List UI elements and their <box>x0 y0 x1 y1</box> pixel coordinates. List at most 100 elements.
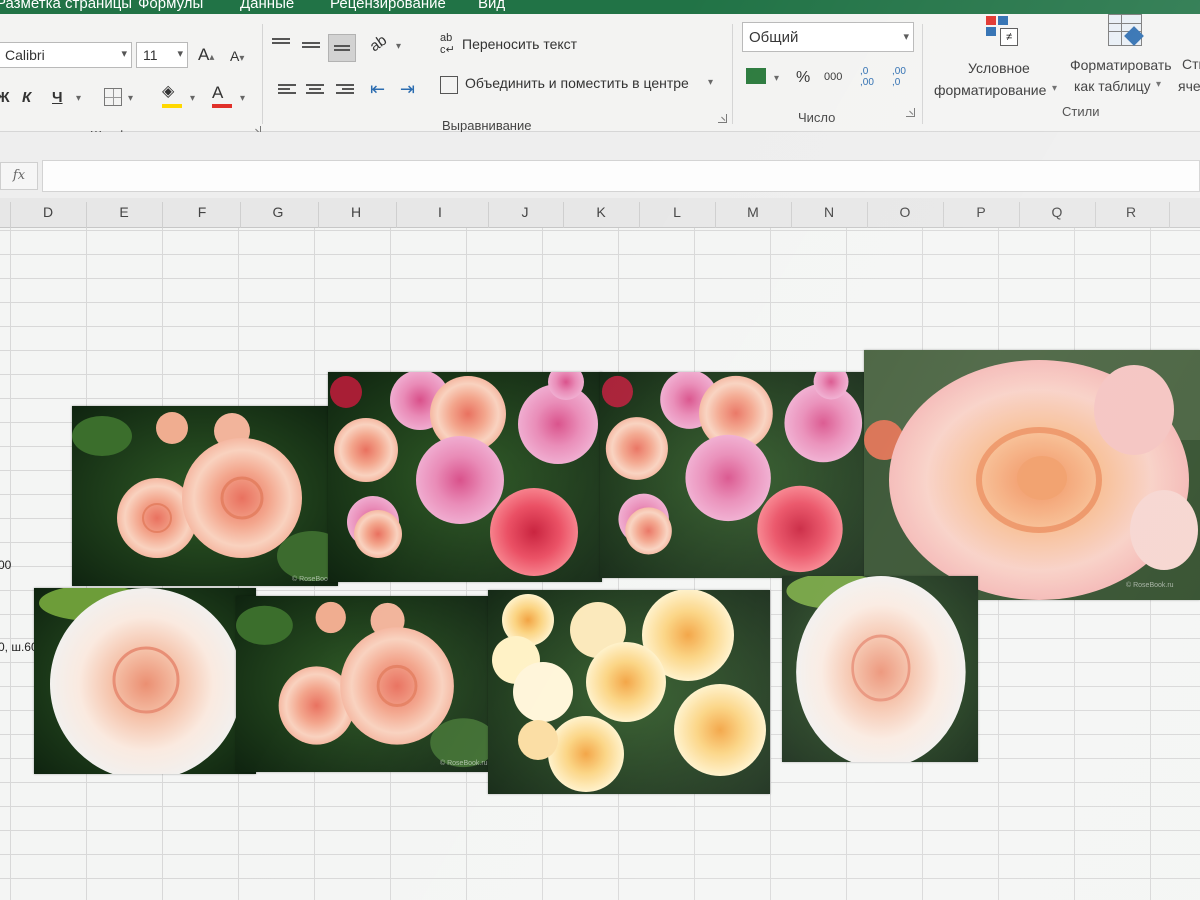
orientation-dropdown-icon[interactable]: ▾ <box>396 42 401 52</box>
currency-icon[interactable] <box>746 68 766 84</box>
italic-button[interactable]: К <box>22 90 31 105</box>
col-header-g[interactable]: G <box>268 204 288 220</box>
fill-color-button[interactable]: ◈ <box>162 84 182 108</box>
tab-formulas[interactable]: Формулы <box>138 0 203 12</box>
number-dialog-launcher-icon[interactable] <box>906 108 915 117</box>
font-size-combo[interactable]: 11 ▾ <box>136 42 188 68</box>
col-header-m[interactable]: M <box>743 204 763 220</box>
fill-dropdown-icon[interactable]: ▾ <box>190 94 195 104</box>
decrease-decimal-button[interactable]: ,00 ,0 <box>892 66 906 88</box>
decrease-indent-icon[interactable]: ⇤ <box>370 80 385 98</box>
underline-button[interactable]: Ч <box>52 90 63 105</box>
col-divider <box>10 202 11 228</box>
format-table-dropdown-icon[interactable]: ▾ <box>1156 80 1161 90</box>
align-bottom-button[interactable] <box>328 34 356 62</box>
wrap-text-button[interactable]: Переносить текст <box>462 36 577 52</box>
shrink-font-label: A <box>230 48 240 64</box>
rose-photo-cream-left[interactable] <box>34 588 256 774</box>
col-divider <box>1095 202 1096 228</box>
format-table-line1[interactable]: Форматировать <box>1070 57 1172 73</box>
col-header-j[interactable]: J <box>515 204 535 220</box>
currency-dropdown-icon[interactable]: ▾ <box>774 74 779 84</box>
col-header-h[interactable]: H <box>346 204 366 220</box>
col-header-f[interactable]: F <box>192 204 212 220</box>
conditional-formatting-icon: ≠ <box>986 14 1020 46</box>
col-divider <box>715 202 716 228</box>
col-divider <box>396 202 397 228</box>
percent-button[interactable]: % <box>796 70 810 86</box>
underline-dropdown-icon[interactable]: ▾ <box>76 94 81 104</box>
rose-image <box>782 576 978 762</box>
shrink-font-button[interactable]: A▾ <box>230 49 244 64</box>
tab-page-layout[interactable]: Разметка страницы <box>0 0 132 12</box>
fill-color-swatch <box>162 104 182 108</box>
font-color-button[interactable]: A <box>212 84 232 108</box>
format-table-line2[interactable]: как таблицу <box>1074 78 1151 94</box>
rose-photo-pink-bush-copy[interactable] <box>600 372 866 578</box>
rose-image <box>600 372 866 578</box>
align-center-icon[interactable] <box>306 84 324 98</box>
formula-bar: fx <box>0 132 1200 198</box>
col-divider <box>240 202 241 228</box>
rose-photo-yellow[interactable] <box>488 590 770 794</box>
chevron-down-icon: ▾ <box>903 31 909 43</box>
col-header-p[interactable]: P <box>971 204 991 220</box>
insert-function-button[interactable]: fx <box>0 162 38 190</box>
increase-decimal-button[interactable]: ,0 ,00 <box>860 66 874 88</box>
align-right-icon[interactable] <box>336 84 354 98</box>
rose-image <box>488 590 770 794</box>
column-headers: D E F G H I J K L M N O P Q R <box>0 198 1200 228</box>
align-top-icon[interactable] <box>272 38 290 52</box>
thousands-button[interactable]: 000 <box>824 72 842 83</box>
tab-data[interactable]: Данные <box>240 0 294 12</box>
chevron-down-icon: ▾ <box>121 48 127 60</box>
border-grid-icon-h <box>105 97 121 98</box>
col-header-o[interactable]: O <box>895 204 915 220</box>
col-header-l[interactable]: L <box>667 204 687 220</box>
col-header-r[interactable]: R <box>1121 204 1141 220</box>
alignment-dialog-launcher-icon[interactable] <box>718 114 727 123</box>
tab-review[interactable]: Рецензирование <box>330 0 446 12</box>
rose-photo-cream-right[interactable] <box>782 576 978 762</box>
align-left-icon[interactable] <box>278 84 296 98</box>
col-header-e[interactable]: E <box>114 204 134 220</box>
font-name-combo[interactable]: Calibri ▾ <box>0 42 132 68</box>
cell-styles-line2[interactable]: яче <box>1178 78 1200 94</box>
number-group-label: Число <box>798 110 836 125</box>
wrap-text-icon: ab c↵ <box>440 32 455 57</box>
formula-input[interactable] <box>42 160 1200 192</box>
cell-styles-line1[interactable]: Сти <box>1182 56 1200 72</box>
grow-font-button[interactable]: A▴ <box>198 46 214 63</box>
caret-down-icon: ▾ <box>239 53 245 64</box>
increase-indent-icon[interactable]: ⇥ <box>400 80 415 98</box>
rose-photo-peach[interactable]: © RoseBook.ru <box>72 406 338 586</box>
col-divider <box>563 202 564 228</box>
col-header-q[interactable]: Q <box>1047 204 1067 220</box>
col-header-n[interactable]: N <box>819 204 839 220</box>
rose-photo-pink-bush[interactable] <box>328 372 602 582</box>
conditional-dropdown-icon[interactable]: ▾ <box>1052 84 1057 94</box>
conditional-formatting-line2[interactable]: форматирование <box>934 82 1046 98</box>
cell-partial-text[interactable]: 0, ш.60 <box>0 640 38 654</box>
borders-button[interactable] <box>104 88 122 106</box>
borders-dropdown-icon[interactable]: ▾ <box>128 94 133 104</box>
align-middle-icon[interactable] <box>302 42 320 56</box>
chevron-down-icon: ▾ <box>177 48 183 60</box>
merge-dropdown-icon[interactable]: ▾ <box>708 78 713 88</box>
rose-photo-large-peach[interactable]: © RoseBook.ru <box>864 350 1200 600</box>
col-header-i[interactable]: I <box>430 204 450 220</box>
cell-partial-text[interactable]: 00 <box>0 558 11 572</box>
col-divider <box>318 202 319 228</box>
orientation-icon[interactable]: ab <box>367 32 390 55</box>
rose-photo-peach-copy[interactable]: © RoseBook.ru <box>236 596 488 772</box>
bold-button[interactable]: Ж <box>0 90 10 105</box>
ribbon-separator <box>732 24 733 124</box>
number-format-combo[interactable]: Общий ▾ <box>742 22 914 52</box>
col-header-k[interactable]: K <box>591 204 611 220</box>
merge-center-button[interactable]: Объединить и поместить в центре <box>465 75 689 91</box>
conditional-formatting-line1[interactable]: Условное <box>968 60 1030 76</box>
font-size-value: 11 <box>143 47 158 63</box>
col-header-d[interactable]: D <box>38 204 58 220</box>
tab-view[interactable]: Вид <box>478 0 505 12</box>
font-color-dropdown-icon[interactable]: ▾ <box>240 94 245 104</box>
